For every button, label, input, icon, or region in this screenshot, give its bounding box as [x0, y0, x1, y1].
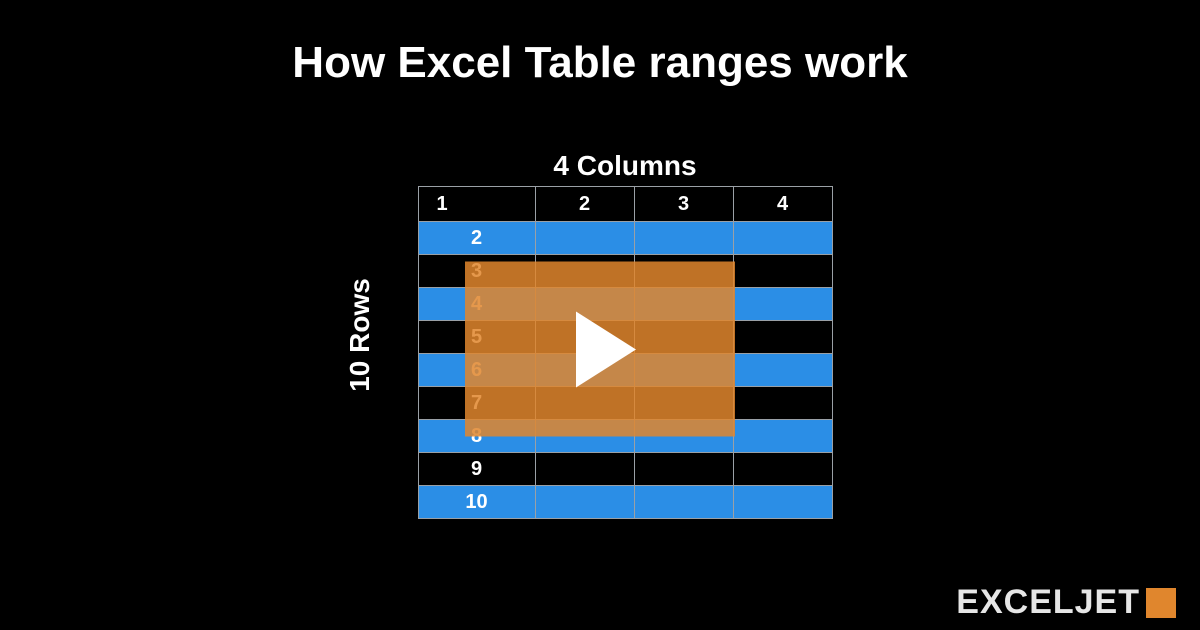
rows-label: 10 Rows: [344, 278, 376, 392]
rows-label-container: 10 Rows: [344, 221, 376, 335]
page-title: How Excel Table ranges work: [0, 0, 1200, 88]
header-cell: 2: [535, 187, 634, 222]
stage: 4 Columns 10 Rows 1 2 3 4 2345678910: [0, 150, 1200, 519]
table-row: 2: [418, 222, 832, 255]
table-row: 10: [418, 486, 832, 519]
table-cell: [634, 222, 733, 255]
table-header-row: 1 2 3 4: [418, 187, 832, 222]
table-cell: [535, 486, 634, 519]
table-row: 9: [418, 453, 832, 486]
row-number-cell: 2: [418, 222, 535, 255]
row-number-cell: 9: [418, 453, 535, 486]
play-button[interactable]: [465, 262, 735, 437]
brand-logo-accent-icon: [1146, 588, 1176, 618]
brand-logo: EXCELJET: [956, 583, 1176, 622]
table-wrap: 4 Columns 10 Rows 1 2 3 4 2345678910: [368, 150, 833, 519]
table-cell: [733, 354, 832, 387]
table-cell: [733, 486, 832, 519]
table-cell: [535, 222, 634, 255]
columns-label: 4 Columns: [418, 150, 833, 182]
table-cell: [535, 453, 634, 486]
table-cell: [733, 387, 832, 420]
header-cell: 4: [733, 187, 832, 222]
play-icon: [576, 311, 636, 387]
brand-logo-text: EXCELJET: [956, 583, 1140, 622]
table-cell: [634, 453, 733, 486]
table-cell: [733, 255, 832, 288]
table-cell: [634, 486, 733, 519]
header-cell: 1: [418, 187, 535, 222]
table-cell: [733, 288, 832, 321]
table-cell: [733, 420, 832, 453]
table-cell: [733, 453, 832, 486]
table-cell: [733, 321, 832, 354]
header-cell: 3: [634, 187, 733, 222]
table-cell: [733, 222, 832, 255]
row-number-cell: 10: [418, 486, 535, 519]
